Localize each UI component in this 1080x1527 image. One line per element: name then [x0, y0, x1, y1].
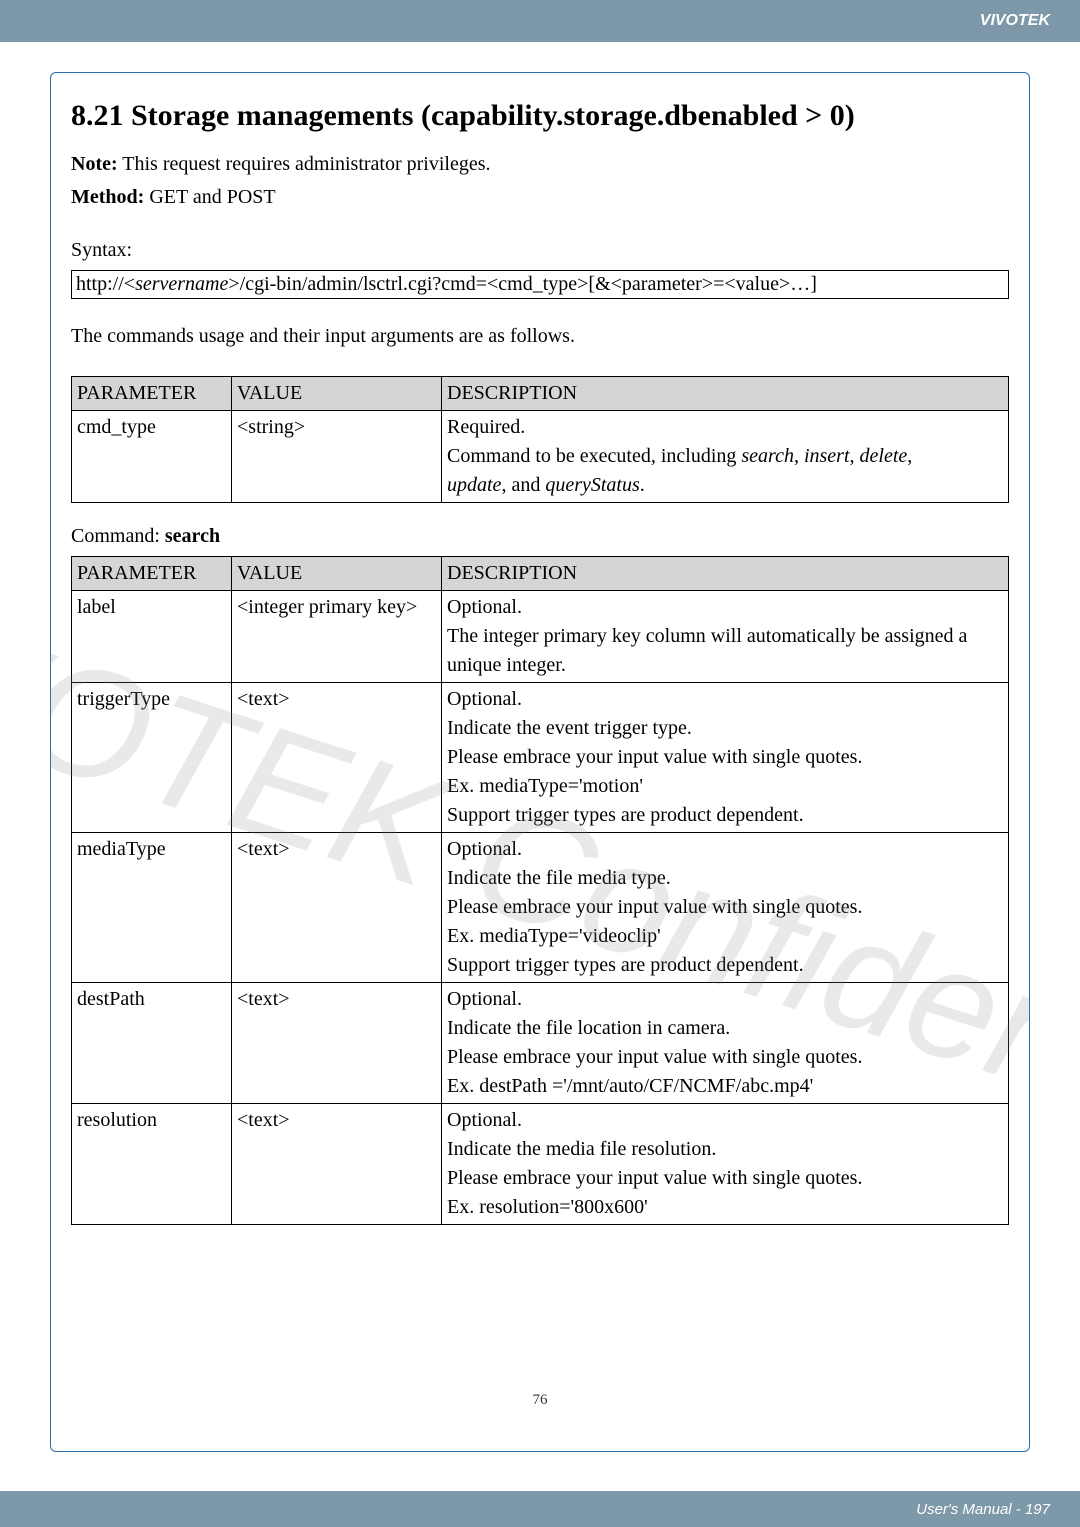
desc-text: search [741, 445, 794, 467]
cell-value: <integer primary key> [232, 591, 442, 683]
command-prefix: Command: [71, 525, 165, 547]
content-frame: VIVOTEK Confidential 8.21 Storage manage… [50, 72, 1030, 1452]
cell-desc: Optional.Indicate the media file resolut… [442, 1104, 1009, 1225]
th-description: DESCRIPTION [442, 377, 1009, 411]
syntax-label: Syntax: [71, 237, 1009, 264]
syntax-suffix: >/cgi-bin/admin/lsctrl.cgi?cmd=<cmd_type… [228, 273, 817, 295]
cell-param: cmd_type [72, 411, 232, 503]
cell-desc: Optional.The integer primary key column … [442, 591, 1009, 683]
cell-param: mediaType [72, 833, 232, 983]
cell-value: <text> [232, 833, 442, 983]
th-parameter: PARAMETER [72, 557, 232, 591]
desc-text: Required. [447, 416, 525, 438]
footer-band: User's Manual - 197 [0, 1491, 1080, 1527]
th-parameter: PARAMETER [72, 377, 232, 411]
cell-param: resolution [72, 1104, 232, 1225]
table-commands: PARAMETER VALUE DESCRIPTION cmd_type <st… [71, 376, 1009, 503]
note-label: Note: [71, 153, 118, 175]
desc-text: , [794, 445, 804, 467]
th-value: VALUE [232, 377, 442, 411]
desc-text: , [907, 445, 912, 467]
desc-text: update [447, 474, 501, 496]
inner-page-number: 76 [533, 1392, 548, 1409]
cell-value: <string> [232, 411, 442, 503]
syntax-server: servername [135, 273, 228, 295]
cell-desc: Optional.Indicate the file media type.Pl… [442, 833, 1009, 983]
table-search-params: PARAMETER VALUE DESCRIPTION label<intege… [71, 556, 1009, 1225]
header-band: VIVOTEK [0, 0, 1080, 42]
command-name: search [165, 525, 220, 547]
syntax-box: http://<servername>/cgi-bin/admin/lsctrl… [71, 270, 1009, 299]
table-row: cmd_type <string> Required. Command to b… [72, 411, 1009, 503]
footer-manual-text: User's Manual - 197 [916, 1501, 1050, 1518]
cell-param: label [72, 591, 232, 683]
cell-desc: Required. Command to be executed, includ… [442, 411, 1009, 503]
desc-text: insert [804, 445, 850, 467]
cell-desc: Optional.Indicate the event trigger type… [442, 683, 1009, 833]
cell-value: <text> [232, 683, 442, 833]
desc-text: delete [860, 445, 908, 467]
table-row: mediaType<text>Optional.Indicate the fil… [72, 833, 1009, 983]
cell-param: triggerType [72, 683, 232, 833]
note-text: This request requires administrator priv… [118, 153, 491, 175]
desc-text: . [640, 474, 645, 496]
command-line: Command: search [71, 523, 1009, 550]
table-row: label<integer primary key>Optional.The i… [72, 591, 1009, 683]
th-value: VALUE [232, 557, 442, 591]
method-line: Method: GET and POST [71, 184, 1009, 211]
cell-desc: Optional.Indicate the file location in c… [442, 983, 1009, 1104]
cell-param: destPath [72, 983, 232, 1104]
brand-text: VIVOTEK [980, 12, 1050, 30]
table-header-row: PARAMETER VALUE DESCRIPTION [72, 557, 1009, 591]
desc-text: , [850, 445, 860, 467]
note-line: Note: This request requires administrato… [71, 151, 1009, 178]
cell-value: <text> [232, 1104, 442, 1225]
th-description: DESCRIPTION [442, 557, 1009, 591]
desc-text: , and [501, 474, 545, 496]
table-row: triggerType<text>Optional.Indicate the e… [72, 683, 1009, 833]
table-row: destPath<text>Optional.Indicate the file… [72, 983, 1009, 1104]
method-label: Method: [71, 186, 144, 208]
cmds-usage-line: The commands usage and their input argum… [71, 323, 1009, 350]
method-text: GET and POST [144, 186, 275, 208]
cell-value: <text> [232, 983, 442, 1104]
desc-text: queryStatus [545, 474, 639, 496]
table-row: resolution<text>Optional.Indicate the me… [72, 1104, 1009, 1225]
syntax-prefix: http://< [76, 273, 135, 295]
page-body: VIVOTEK Confidential 8.21 Storage manage… [0, 42, 1080, 1452]
section-title: 8.21 Storage managements (capability.sto… [71, 99, 1009, 133]
desc-text: Command to be executed, including [447, 445, 741, 467]
table-header-row: PARAMETER VALUE DESCRIPTION [72, 377, 1009, 411]
